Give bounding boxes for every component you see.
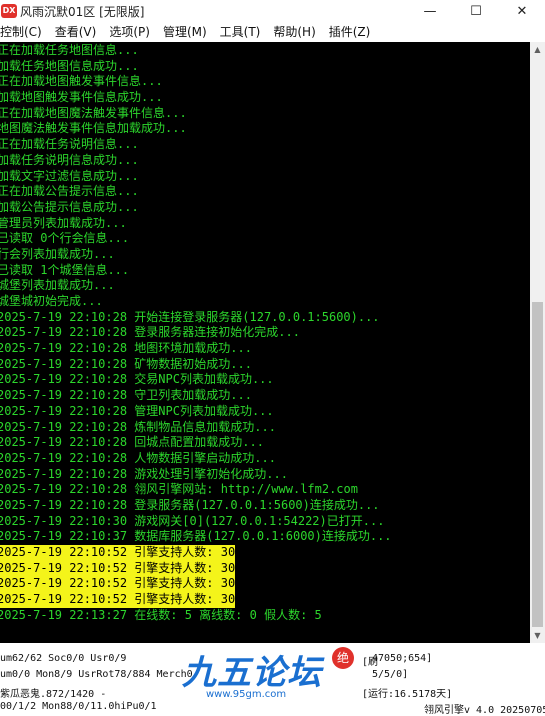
console-line: 2025-7-19 22:10:28 登录服务器连接初始化完成... [0,325,300,340]
console-line: 2025-7-19 22:13:27 在线数: 5 离线数: 0 假人数: 5 [0,607,322,622]
scroll-down-icon[interactable]: ▼ [530,628,545,643]
status-row-1: um62/62 Soc0/0 Usr0/9 [0,653,127,664]
console-line: 2025-7-19 22:10:28 游戏处理引擎初始化成功... [0,466,288,481]
console-line: 2025-7-19 22:10:28 管理NPC列表加载成功... [0,403,274,418]
console-line: 正在加载公告提示信息... [0,184,139,199]
menu-tools[interactable]: 工具(T) [220,23,261,40]
status-row-2-right: 5/5/0] [372,669,409,680]
console-line: 2025-7-19 22:10:28 登录服务器(127.0.0.1:5600)… [0,497,380,512]
console-line: 2025-7-19 22:10:28 翎风引擎网站: http://www.lf… [0,482,358,497]
console-line: 2025-7-19 22:10:28 地图环境加载成功... [0,341,252,356]
console-line: 管理员列表加载成功... [0,215,127,230]
console-line: 加载文字过滤信息成功... [0,168,139,183]
app-icon[interactable]: DX [1,4,17,18]
console-line: 2025-7-19 22:10:28 开始连接登录服务器(127.0.0.1:5… [0,309,380,324]
window-controls: — ☐ ✕ [407,0,545,22]
window-title: 风雨沉默01区 [无限版] [20,4,145,19]
console-line: 已读取 0个行会信息... [0,231,130,246]
console-line: 正在加载地图触发事件信息... [0,74,163,89]
vertical-scrollbar[interactable]: ▲ ▼ [530,42,545,643]
menu-options[interactable]: 选项(P) [109,23,150,40]
console-line: 已读取 1个城堡信息... [0,262,130,277]
console-line: 2025-7-19 22:10:52 引擎支持人数: 30 [0,592,236,608]
minimize-button[interactable]: — [407,0,453,22]
title-bar: DX 风雨沉默01区 [无限版] — ☐ ✕ [0,0,545,22]
console-log[interactable]: 正在加载任务地图信息... 加载任务地图信息成功... 正在加载地图触发事件信息..… [0,42,530,643]
console-line: 正在加载任务说明信息... [0,137,139,152]
status-row-3-right: [运行:16.5178天] [362,689,453,700]
status-row-1-right-value: 47050;654] [372,653,433,664]
logo-text: 九五论坛 [182,653,322,693]
status-row-2: um0/0 Mon8/9 UsrRot78/884 Merch0 [0,669,193,680]
console-lines: 正在加载任务地图信息... 加载任务地图信息成功... 正在加载地图触发事件信息..… [0,42,530,624]
status-row-4-right: 翎风引擎v 4.0 20250705 [424,705,545,716]
logo-url: www.95gm.com [206,689,287,700]
console-line: 正在加载地图魔法触发事件信息... [0,105,187,120]
menu-manage[interactable]: 管理(M) [163,23,207,40]
console-line: 2025-7-19 22:10:30 游戏网关[0](127.0.0.1:542… [0,513,385,528]
status-row-3: 紫瓜恶鬼.872/1420 - [0,689,107,700]
console-line: 正在加载任务地图信息... [0,43,139,57]
menu-view[interactable]: 查看(V) [55,23,97,40]
console-line: 地图魔法触发事件信息加载成功... [0,121,187,136]
console-line: 2025-7-19 22:10:28 守卫列表加载成功... [0,388,252,403]
menu-help[interactable]: 帮助(H) [273,23,315,40]
console-line: 2025-7-19 22:10:52 引擎支持人数: 30 [0,560,236,577]
console-line: 城堡列表加载成功... [0,278,115,293]
status-row-4: 00/1/2 Mon88/0/11.0hiPu0/1 [0,701,157,712]
console-line: 2025-7-19 22:10:37 数据库服务器(127.0.0.1:6000… [0,529,392,544]
console-line: 加载地图触发事件信息成功... [0,90,163,105]
scroll-thumb[interactable] [532,302,543,627]
console-line: 加载任务地图信息成功... [0,58,139,73]
menu-bar: 控制(C) 查看(V) 选项(P) 管理(M) 工具(T) 帮助(H) 插件(Z… [0,22,545,41]
console-line: 加载公告提示信息成功... [0,199,139,214]
console-line: 2025-7-19 22:10:28 矿物数据初始成功... [0,356,252,371]
console-line: 2025-7-19 22:10:52 引擎支持人数: 30 [0,576,236,593]
logo-badge: 绝 [332,647,354,669]
console-line: 2025-7-19 22:10:28 人物数据引擎启动成功... [0,450,276,465]
console-line: 2025-7-19 22:10:28 炼制物品信息加载成功... [0,419,276,434]
console-line: 行会列表加载成功... [0,246,115,261]
menu-plugins[interactable]: 插件(Z) [329,23,371,40]
console-line: 2025-7-19 22:10:52 引擎支持人数: 30 [0,545,236,561]
maximize-button[interactable]: ☐ [453,0,499,22]
close-button[interactable]: ✕ [499,0,545,22]
console-line: 城堡城初始完成... [0,294,103,308]
console-line: 加载任务说明信息成功... [0,152,139,167]
console-line: 2025-7-19 22:10:28 交易NPC列表加载成功... [0,372,274,387]
console-line: 2025-7-19 22:10:28 回城点配置加载成功... [0,435,264,450]
watermark-logo: 九五论坛 绝 www.95gm.com [182,645,357,705]
menu-control[interactable]: 控制(C) [0,23,42,40]
scroll-up-icon[interactable]: ▲ [530,42,545,57]
